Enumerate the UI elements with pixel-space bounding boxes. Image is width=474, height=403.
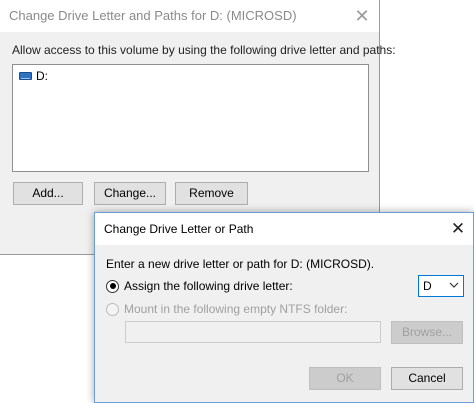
browse-button[interactable]: Browse...	[391, 321, 463, 344]
inner-dialog-title: Change Drive Letter or Path	[104, 222, 254, 236]
ok-button[interactable]: OK	[309, 367, 381, 390]
drive-letter-value: D	[423, 279, 432, 293]
outer-title-bar[interactable]: Change Drive Letter and Paths for D: (MI…	[0, 0, 379, 32]
inner-title-bar[interactable]: Change Drive Letter or Path ✕	[95, 213, 473, 245]
assign-drive-letter-label: Assign the following drive letter:	[124, 279, 293, 293]
outer-dialog-title: Change Drive Letter and Paths for D: (MI…	[9, 8, 297, 23]
inner-instruction-text: Enter a new drive letter or path for D: …	[106, 257, 375, 271]
drive-letter-select[interactable]: D	[418, 275, 464, 297]
mount-ntfs-folder-option[interactable]: Mount in the following empty NTFS folder…	[106, 302, 347, 316]
assign-drive-letter-radio[interactable]	[106, 279, 119, 293]
paths-listbox[interactable]: D:	[12, 64, 369, 172]
remove-button[interactable]: Remove	[175, 182, 248, 205]
list-item-label: D:	[36, 69, 48, 83]
assign-drive-letter-option[interactable]: Assign the following drive letter:	[106, 279, 293, 293]
mount-ntfs-folder-label: Mount in the following empty NTFS folder…	[124, 302, 348, 316]
inner-close-icon[interactable]: ✕	[448, 219, 468, 239]
outer-instruction-text: Allow access to this volume by using the…	[12, 43, 396, 57]
chevron-down-icon	[449, 282, 459, 288]
list-item[interactable]: D:	[19, 69, 48, 83]
add-button[interactable]: Add...	[13, 182, 83, 205]
change-button[interactable]: Change...	[94, 182, 166, 205]
mount-ntfs-folder-radio[interactable]	[106, 302, 119, 316]
folder-path-input[interactable]	[125, 321, 381, 343]
outer-close-icon[interactable]: ✕	[352, 6, 372, 26]
cancel-button[interactable]: Cancel	[391, 367, 463, 390]
drive-icon	[19, 72, 32, 80]
change-drive-letter-or-path-dialog: Change Drive Letter or Path ✕ Enter a ne…	[94, 212, 474, 403]
screen: Change Drive Letter and Paths for D: (MI…	[0, 0, 474, 403]
